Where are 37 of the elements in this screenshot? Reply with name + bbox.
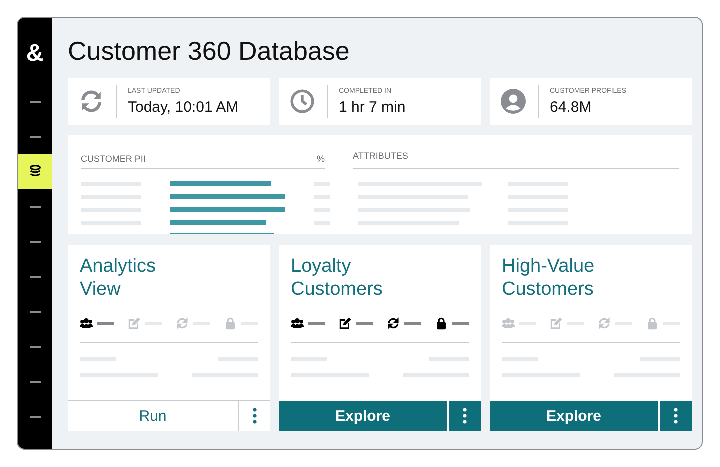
- nav-dash-icon: [30, 136, 40, 138]
- more-icon: [674, 408, 678, 424]
- nav-dash-icon: [30, 380, 40, 382]
- card-title: Analytics View: [80, 255, 158, 301]
- column-header: CUSTOMER PII: [81, 154, 146, 164]
- nav-dash-icon: [30, 240, 40, 242]
- nav-dash-icon: [30, 206, 40, 208]
- nav-dash-icon: [30, 416, 40, 418]
- nav-dash-icon: [30, 100, 40, 102]
- clock-icon: [290, 89, 315, 114]
- more-icon: [463, 408, 467, 424]
- database-icon: [28, 165, 42, 178]
- status-dash: [452, 322, 469, 325]
- status-dash: [308, 322, 325, 325]
- logo: &: [26, 40, 44, 68]
- nav-dash-icon: [30, 276, 40, 278]
- status-dash: [97, 322, 114, 325]
- column-header: %: [316, 154, 325, 164]
- more-button[interactable]: [660, 401, 692, 431]
- card-action-button[interactable]: Explore: [279, 401, 447, 431]
- card-action-button[interactable]: Explore: [490, 401, 658, 431]
- more-icon: [252, 408, 256, 424]
- stat-value: 64.8M: [550, 98, 593, 116]
- more-button[interactable]: [449, 401, 481, 431]
- page-title: Customer 360 Database: [68, 35, 351, 68]
- column-header: ATTRIBUTES: [353, 151, 408, 161]
- card-title: High-Value Customers: [502, 255, 596, 301]
- status-dash: [404, 322, 421, 325]
- stat-value: Today, 10:01 AM: [128, 98, 239, 116]
- status-dash: [356, 322, 373, 325]
- refresh-icon: [79, 89, 104, 114]
- nav-dash-icon: [30, 310, 40, 312]
- nav-dash-icon: [30, 346, 40, 348]
- sidebar-item[interactable]: [18, 154, 52, 189]
- card-title: Loyalty Customers: [291, 255, 384, 301]
- avatar-icon: [501, 89, 526, 114]
- stat-value: 1 hr 7 min: [339, 98, 406, 116]
